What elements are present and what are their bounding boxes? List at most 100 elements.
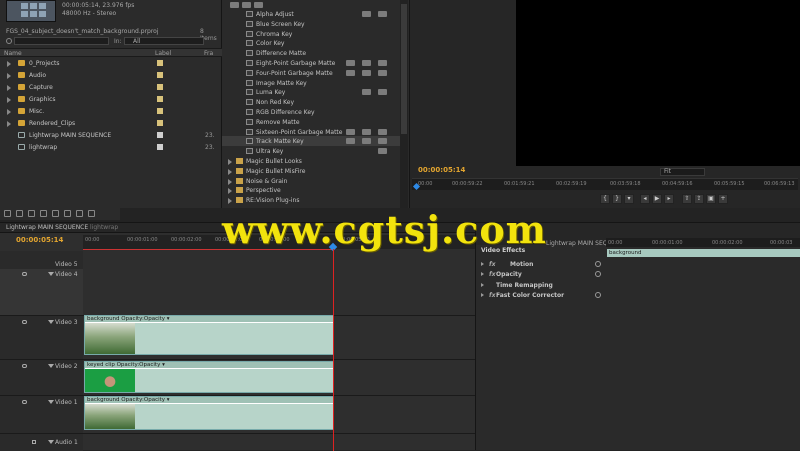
effect-folder[interactable]: Magic Bullet Looks: [222, 156, 400, 166]
in-filter-dropdown[interactable]: All: [124, 37, 204, 45]
eye-icon[interactable]: [22, 272, 27, 276]
timeline-clip[interactable]: keyed clip Opacity:Opacity ▾: [84, 361, 334, 393]
fx-icon[interactable]: fx: [489, 261, 495, 268]
selection-tool-icon[interactable]: [4, 210, 11, 217]
list-item[interactable]: Misc.: [0, 106, 222, 118]
column-label[interactable]: Label: [155, 50, 171, 57]
effect-row-fast-color-corrector[interactable]: fx Fast Color Corrector: [476, 290, 606, 300]
effect-item[interactable]: Alpha Adjust: [222, 9, 400, 19]
list-item[interactable]: lightwrap 23.: [0, 142, 222, 154]
speaker-icon[interactable]: [32, 440, 36, 444]
reset-icon[interactable]: [595, 261, 601, 267]
extract-icon[interactable]: ⇪: [694, 194, 704, 204]
twirl-down-icon[interactable]: [48, 364, 54, 368]
column-name[interactable]: Name: [4, 50, 22, 57]
ripple-edit-tool-icon[interactable]: [28, 210, 35, 217]
mark-in-icon[interactable]: {: [600, 194, 610, 204]
twirl-right-icon[interactable]: [481, 272, 484, 276]
effect-row-opacity[interactable]: fx Opacity: [476, 269, 606, 279]
track-header[interactable]: Video 4: [0, 269, 83, 315]
program-viewer[interactable]: [516, 0, 800, 166]
slip-tool-icon[interactable]: [52, 210, 59, 217]
add-marker-icon[interactable]: ▾: [624, 194, 634, 204]
eye-icon[interactable]: [22, 320, 27, 324]
effect-folder[interactable]: RE:Vision Plug-ins: [222, 195, 400, 205]
razor-tool-icon[interactable]: [40, 210, 47, 217]
twirl-right-icon[interactable]: [481, 262, 484, 266]
track-header[interactable]: Video 1: [0, 397, 83, 433]
reset-icon[interactable]: [595, 271, 601, 277]
track-header[interactable]: Video 2: [0, 361, 83, 395]
list-item[interactable]: 0_Projects: [0, 58, 222, 70]
program-timecode[interactable]: 00:00:05:14: [418, 166, 465, 174]
timeline-timecode[interactable]: 00:00:05:14: [16, 236, 63, 244]
effect-controls-ruler[interactable]: 00:00 00:00:01:00 00:00:02:00 00:00:03: [606, 238, 800, 247]
twirl-down-icon[interactable]: [48, 440, 54, 444]
effect-row-time-remapping[interactable]: Time Remapping: [476, 280, 606, 290]
track-header[interactable]: Audio 1: [0, 437, 83, 451]
tab-lightwrap[interactable]: lightwrap: [90, 224, 118, 231]
expand-icon[interactable]: [228, 188, 232, 195]
twirl-down-icon[interactable]: [48, 320, 54, 324]
program-time-ruler[interactable]: 00:00 00:00:59:22 00:01:59:21 00:02:59:1…: [412, 178, 798, 191]
list-item[interactable]: Rendered_Clips: [0, 118, 222, 130]
effect-item[interactable]: Color Key: [222, 38, 400, 48]
timeline-playhead[interactable]: [333, 249, 334, 451]
twirl-right-icon[interactable]: [481, 283, 484, 287]
column-frame-rate[interactable]: Fra: [204, 50, 213, 57]
effect-item[interactable]: Track Matte Key: [222, 136, 400, 147]
effect-item[interactable]: RGB Difference Key: [222, 107, 400, 117]
effects-scrollbar-thumb[interactable]: [401, 4, 407, 134]
list-item[interactable]: Lightwrap MAIN SEQUENCE 23.: [0, 130, 222, 142]
play-icon[interactable]: ▶: [652, 194, 662, 204]
expand-icon[interactable]: [7, 85, 11, 91]
expand-icon[interactable]: [7, 73, 11, 79]
effect-folder[interactable]: Noise & Grain: [222, 176, 400, 186]
fx-icon[interactable]: fx: [489, 292, 495, 299]
track-select-tool-icon[interactable]: [16, 210, 23, 217]
track-header[interactable]: Video 3: [0, 317, 83, 359]
tab-main-sequence[interactable]: Lightwrap MAIN SEQUENCE: [6, 224, 88, 231]
eye-icon[interactable]: [22, 400, 27, 404]
expand-icon[interactable]: [7, 61, 11, 67]
hand-tool-icon[interactable]: [76, 210, 83, 217]
effect-item[interactable]: Difference Matte: [222, 48, 400, 58]
fx-icon[interactable]: fx: [489, 271, 495, 278]
effect-item[interactable]: Remove Matte: [222, 117, 400, 127]
expand-icon[interactable]: [7, 121, 11, 127]
zoom-tool-icon[interactable]: [88, 210, 95, 217]
effect-item[interactable]: Sixteen-Point Garbage Matte: [222, 127, 400, 137]
expand-icon[interactable]: [228, 159, 232, 165]
effect-item[interactable]: Four-Point Garbage Matte: [222, 68, 400, 78]
timeline-clip[interactable]: background Opacity:Opacity ▾: [84, 396, 334, 430]
effect-item[interactable]: Eight-Point Garbage Matte: [222, 58, 400, 68]
effect-row-motion[interactable]: fx Motion: [476, 259, 606, 269]
eye-icon[interactable]: [22, 364, 27, 368]
timeline-clip[interactable]: background Opacity:Opacity ▾: [84, 315, 334, 355]
list-item[interactable]: Graphics: [0, 94, 222, 106]
effect-folder[interactable]: Perspective: [222, 185, 400, 195]
track-header[interactable]: Video 5: [0, 259, 83, 269]
expand-icon[interactable]: [7, 97, 11, 103]
list-item[interactable]: Capture: [0, 82, 222, 94]
twirl-right-icon[interactable]: [481, 293, 484, 297]
expand-icon[interactable]: [7, 109, 11, 115]
mark-out-icon[interactable]: }: [612, 194, 622, 204]
expand-icon[interactable]: [228, 178, 232, 185]
list-item[interactable]: Audio: [0, 70, 222, 82]
pen-tool-icon[interactable]: [64, 210, 71, 217]
expand-icon[interactable]: [228, 168, 232, 175]
lift-icon[interactable]: ⇧: [682, 194, 692, 204]
zoom-fit-dropdown[interactable]: Fit: [660, 168, 705, 176]
reset-icon[interactable]: [595, 292, 601, 298]
effect-item[interactable]: Ultra Key: [222, 146, 400, 156]
effect-item[interactable]: Image Matte Key: [222, 78, 400, 88]
effect-item[interactable]: Luma Key: [222, 87, 400, 97]
twirl-down-icon[interactable]: [48, 272, 54, 276]
step-back-icon[interactable]: ◂: [640, 194, 650, 204]
step-forward-icon[interactable]: ▸: [664, 194, 674, 204]
effect-folder[interactable]: Magic Bullet MisFire: [222, 166, 400, 176]
expand-icon[interactable]: [228, 198, 232, 205]
effect-item[interactable]: Non Red Key: [222, 97, 400, 107]
export-frame-icon[interactable]: ▣: [706, 194, 716, 204]
